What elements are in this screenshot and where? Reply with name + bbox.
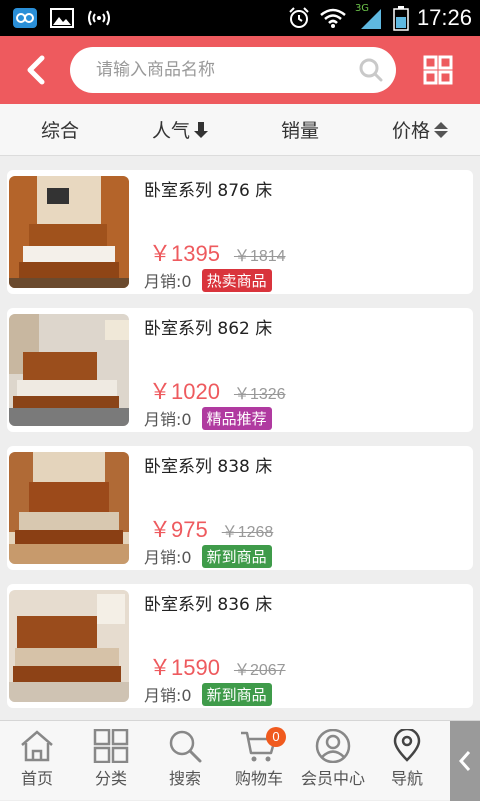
nav-label: 首页 [20,769,53,788]
product-price: ￥975 [149,517,208,542]
product-original-price: ￥1326 [233,386,286,403]
product-card[interactable]: 卧室系列 838 床 ￥975 ￥1268 月销:0 新到商品 [7,446,473,570]
product-image[interactable] [9,314,129,426]
product-title[interactable]: 卧室系列 836 床 [144,590,272,615]
product-title[interactable]: 卧室系列 876 床 [144,176,272,201]
sort-tab-popularity[interactable]: 人气 [120,116,240,143]
search-box [70,47,396,93]
header-bar [0,36,480,104]
product-original-price: ￥1268 [221,524,274,541]
nav-label: 购物车 [234,769,283,788]
sort-tab-price[interactable]: 价格 [360,116,480,143]
product-badge: 精品推荐 [201,406,272,430]
battery-icon [393,6,409,31]
search-icon [169,730,202,763]
hotspot-icon [88,10,110,26]
product-title[interactable]: 卧室系列 862 床 [144,314,272,339]
product-card[interactable]: 卧室系列 836 床 ￥1590 ￥2067 月销:0 新到商品 [7,584,473,708]
network-type-label: 3G [354,3,370,14]
cell-signal-icon: 3G [354,3,385,31]
nav-label: 会员中心 [300,769,365,788]
home-icon [21,730,53,762]
product-badge: 新到商品 [201,544,272,568]
nav-category[interactable]: 分类 [74,721,148,800]
nav-home[interactable]: 首页 [0,721,74,800]
product-badge: 热卖商品 [201,268,272,292]
nav-label: 搜索 [168,769,201,788]
sort-updown-icon [434,121,448,138]
nav-member-center[interactable]: 会员中心 [296,721,370,800]
monthly-sales: 月销:0 [144,548,192,567]
product-badge: 新到商品 [201,682,272,706]
monthly-sales: 月销:0 [144,686,192,705]
search-input[interactable] [96,60,358,80]
product-card[interactable]: 卧室系列 862 床 ￥1020 ￥1326 月销:0 精品推荐 [7,308,473,432]
bottom-nav: 首页 分类 搜索 0 购物车 会员中心 导航 [0,720,480,801]
product-price: ￥1590 [149,655,220,680]
search-icon[interactable] [358,57,384,83]
sort-tab-label: 价格 [391,120,430,142]
product-price: ￥1020 [149,379,220,404]
wifi-icon [320,8,346,28]
nav-label: 分类 [94,769,127,788]
arrow-down-icon [194,121,208,138]
nav-collapse-button[interactable] [450,721,480,801]
status-bar: 3G 17:26 [0,0,480,36]
cart-count-badge: 0 [266,727,286,747]
image-notification-icon [50,8,74,28]
product-card[interactable]: 卧室系列 876 床 ￥1395 ￥1814 月销:0 热卖商品 [7,170,473,294]
product-image[interactable] [9,452,129,564]
monthly-sales: 月销:0 [144,410,192,429]
monthly-sales: 月销:0 [144,272,192,291]
grid-view-button[interactable] [396,36,480,104]
product-title[interactable]: 卧室系列 838 床 [144,452,272,477]
product-image[interactable] [9,590,129,702]
sort-tab-label: 人气 [151,120,190,142]
app-notification-icon [13,8,37,28]
product-image[interactable] [9,176,129,288]
product-price: ￥1395 [149,241,220,266]
grid-view-icon [423,55,453,85]
category-icon [93,729,129,763]
nav-label: 导航 [390,769,423,788]
user-icon [315,729,351,763]
product-original-price: ￥2067 [233,662,286,679]
nav-navigation[interactable]: 导航 [370,721,444,800]
sort-bar: 综合 人气 销量 价格 [0,104,480,156]
sort-tab-sales[interactable]: 销量 [240,116,360,143]
alarm-icon [289,7,309,28]
sort-tab-label: 销量 [280,120,319,142]
sort-tab-label: 综合 [40,120,79,142]
clock: 17:26 [416,5,472,30]
product-original-price: ￥1814 [233,248,286,265]
location-icon [393,729,421,762]
sort-tab-overall[interactable]: 综合 [0,116,120,143]
back-button[interactable] [0,36,70,104]
chevron-left-icon [458,751,471,771]
nav-search[interactable]: 搜索 [148,721,222,800]
nav-cart[interactable]: 0 购物车 [222,721,296,800]
chevron-left-icon [27,55,45,85]
